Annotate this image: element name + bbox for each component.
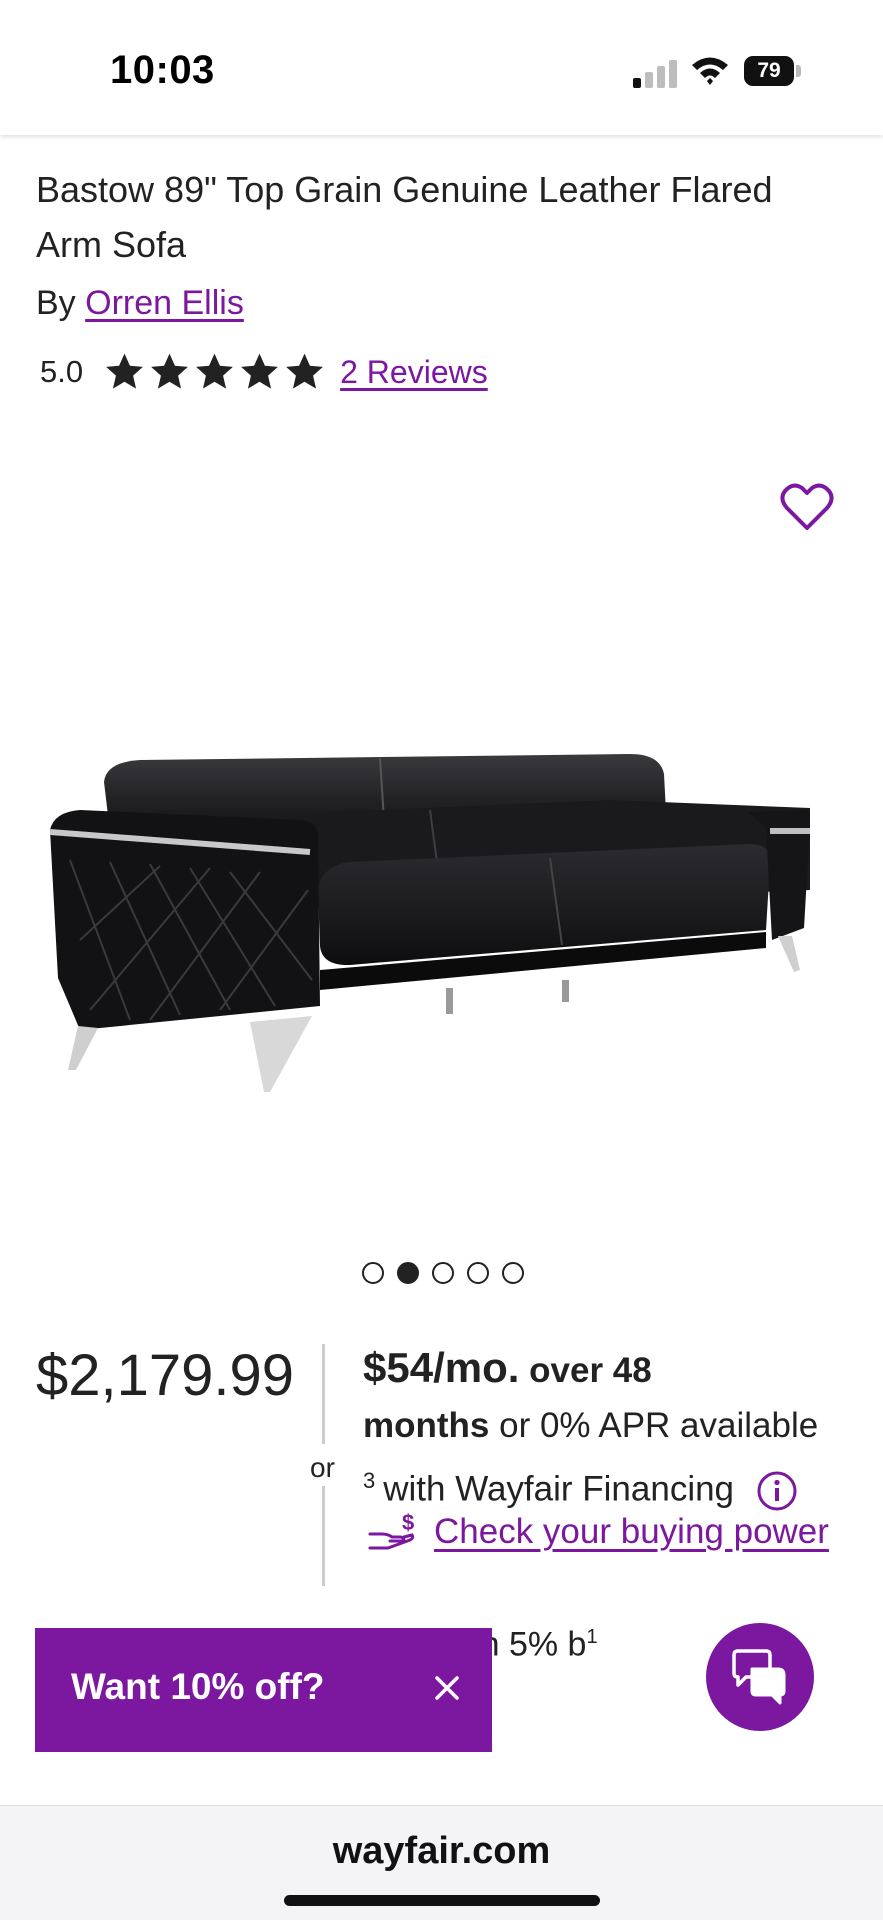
brand-line: By Orren Ellis [36, 284, 244, 323]
rewards-footnote: 1 [586, 1626, 598, 1648]
rating-row: 5.0 2 Reviews [40, 350, 488, 394]
status-bar: 10:03 79 [0, 0, 883, 135]
term-prefix: over 48 [529, 1351, 652, 1390]
status-time: 10:03 [110, 48, 215, 92]
carousel-dot[interactable] [502, 1262, 524, 1284]
product-price: $2,179.99 [36, 1343, 295, 1408]
product-image[interactable] [50, 740, 820, 1120]
financing-text: with Wayfair Financing [383, 1469, 735, 1509]
carousel-dot-active[interactable] [397, 1262, 419, 1284]
url-label[interactable]: wayfair.com [0, 1830, 883, 1873]
heart-icon[interactable] [780, 482, 834, 532]
check-buying-power-link[interactable]: Check your buying power [434, 1512, 829, 1552]
buying-power-row[interactable]: $ Check your buying power [368, 1510, 829, 1554]
or-label: or [310, 1452, 335, 1483]
svg-text:$: $ [402, 1510, 414, 1535]
wifi-icon [692, 57, 728, 85]
footnote-marker: 3 [363, 1468, 376, 1493]
star-icon [151, 353, 188, 389]
promo-banner[interactable]: Want 10% off? [35, 1628, 492, 1752]
apr-text: or 0% APR available [499, 1406, 819, 1445]
star-icon [286, 353, 323, 389]
browser-address-bar[interactable]: wayfair.com [0, 1805, 883, 1920]
product-title: Bastow 89" Top Grain Genuine Leather Fla… [36, 169, 773, 265]
battery-icon: 79 [744, 56, 804, 86]
chat-bubbles-icon [732, 1649, 786, 1705]
promo-label[interactable]: Want 10% off? [71, 1666, 325, 1708]
carousel-dots [362, 1262, 524, 1284]
term-months: months [363, 1406, 490, 1445]
star-icon [196, 353, 233, 389]
close-icon[interactable] [429, 1670, 465, 1706]
monthly-price: $54/mo. [363, 1344, 520, 1391]
star-rating [103, 351, 326, 393]
cellular-signal-icon [633, 58, 677, 88]
carousel-dot[interactable] [467, 1262, 489, 1284]
carousel-dot[interactable] [362, 1262, 384, 1284]
reviews-link[interactable]: 2 Reviews [340, 354, 488, 391]
star-icon [106, 353, 143, 389]
info-icon[interactable] [756, 1470, 798, 1512]
financing-info: $54/mo. over 48 months or 0% APR availab… [363, 1340, 863, 1517]
brand-link[interactable]: Orren Ellis [85, 284, 244, 322]
divider [322, 1486, 325, 1586]
star-icon [241, 353, 278, 389]
divider [322, 1344, 325, 1444]
battery-level: 79 [744, 56, 794, 86]
home-indicator[interactable] [284, 1895, 600, 1906]
hand-money-icon: $ [368, 1510, 414, 1550]
rating-value: 5.0 [40, 354, 84, 389]
battery-tip [796, 65, 801, 77]
carousel-dot[interactable] [432, 1262, 454, 1284]
chat-button[interactable] [706, 1623, 814, 1731]
by-label: By [36, 284, 76, 322]
